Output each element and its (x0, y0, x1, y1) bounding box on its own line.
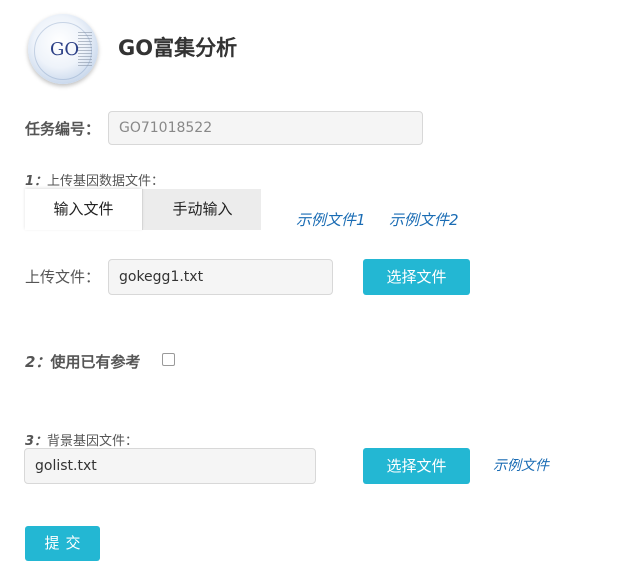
section3-text: 背景基因文件： (47, 434, 139, 449)
upload-file-label: 上传文件： (25, 268, 101, 286)
logo-tree-graphic (78, 32, 92, 66)
logo-text: GO (50, 39, 80, 60)
page-title: GO富集分析 (118, 36, 238, 60)
example-file-link[interactable]: 示例文件 (493, 455, 549, 475)
choose-background-file-button[interactable]: 选择文件 (363, 448, 470, 484)
task-number-input[interactable] (108, 111, 423, 145)
tab-input-file[interactable]: 输入文件 (25, 189, 142, 230)
use-existing-reference-checkbox[interactable] (162, 353, 175, 366)
example-file-2-link[interactable]: 示例文件2 (389, 209, 459, 230)
choose-gene-file-button[interactable]: 选择文件 (363, 259, 470, 295)
submit-button[interactable]: 提交 (25, 526, 100, 561)
go-enrichment-page: GO GO富集分析 任务编号： 1：上传基因数据文件： 输入文件 手动输入 示例… (0, 0, 641, 580)
section1-text: 上传基因数据文件： (47, 174, 165, 189)
section1-label: 1：上传基因数据文件： (25, 170, 164, 189)
upload-file-field[interactable] (108, 259, 333, 295)
section2-number: 2： (25, 353, 51, 371)
example-file-1-link[interactable]: 示例文件1 (296, 209, 366, 230)
task-number-label: 任务编号： (25, 120, 101, 138)
section2-text: 使用已有参考 (50, 353, 141, 371)
section1-number: 1： (25, 174, 48, 189)
tab-manual-input[interactable]: 手动输入 (142, 189, 262, 230)
section2-label: 2：使用已有参考 (25, 351, 140, 372)
go-logo: GO (28, 14, 98, 84)
background-gene-file-field[interactable] (24, 448, 316, 484)
input-mode-tabs: 输入文件 手动输入 (25, 189, 261, 230)
section3-label: 3：背景基因文件： (25, 430, 138, 449)
section3-number: 3： (25, 434, 48, 449)
